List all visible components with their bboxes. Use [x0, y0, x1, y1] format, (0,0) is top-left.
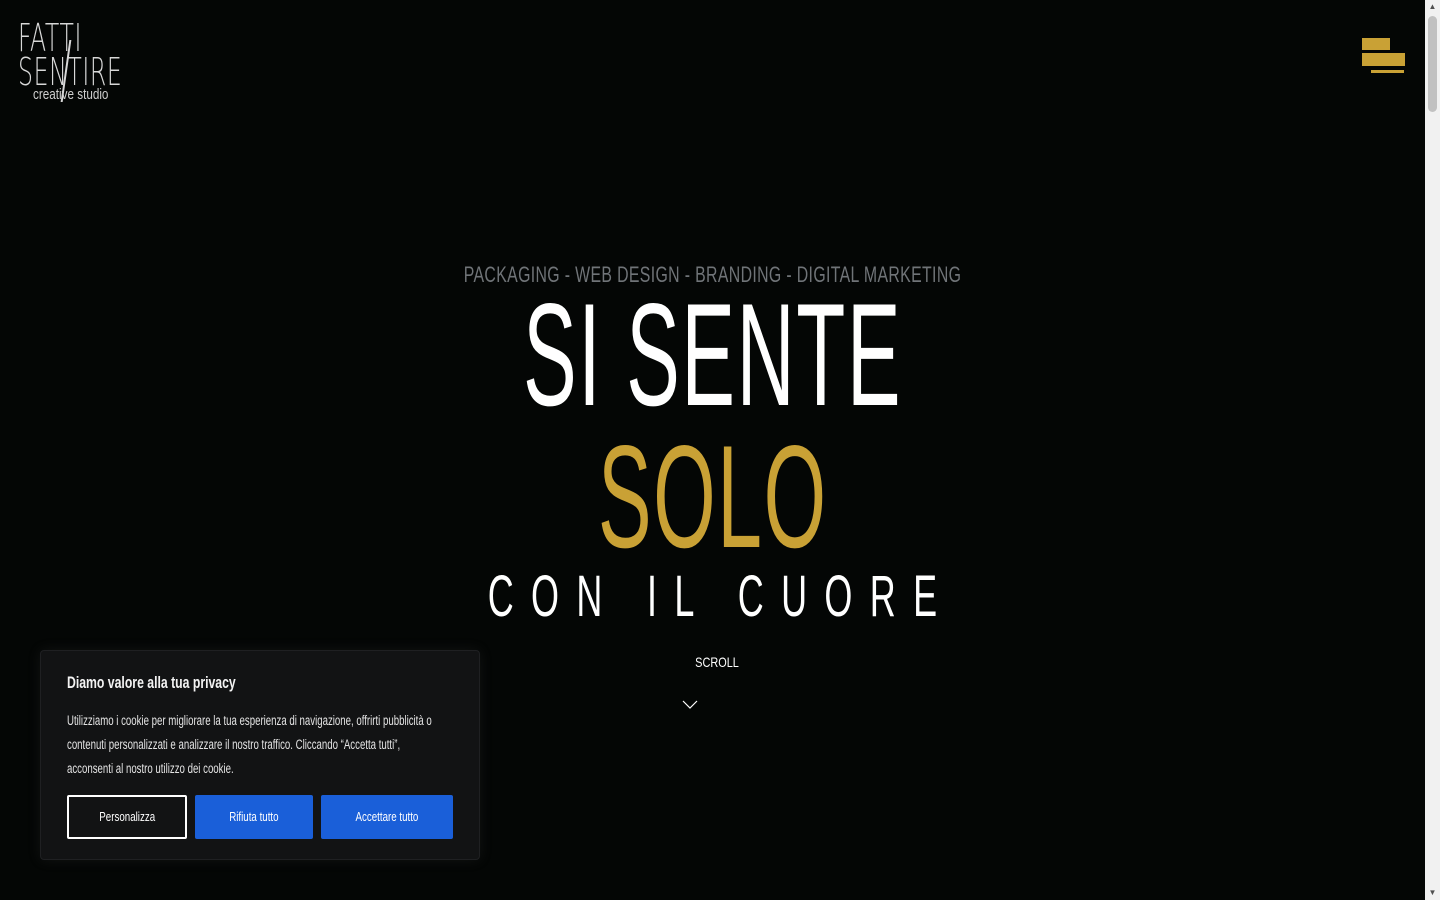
chevron-down-icon[interactable] — [682, 700, 698, 710]
accept-all-button-label: Accettare tutto — [355, 809, 419, 824]
hero-headline-line-2: SOLO — [0, 424, 1425, 570]
reject-all-button-label: Rifiuta tutto — [229, 809, 279, 824]
accept-all-button[interactable]: Accettare tutto — [321, 795, 453, 839]
hamburger-menu-icon[interactable] — [1360, 37, 1406, 75]
headline-text-1: SI SENTE — [522, 273, 903, 436]
menu-bar-middle — [1362, 53, 1405, 66]
cookie-consent-banner: Diamo valore alla tua privacy Utilizziam… — [40, 650, 480, 860]
menu-bar-top — [1362, 38, 1390, 50]
scrollbar-thumb[interactable] — [1428, 16, 1437, 112]
hero-headline-line-3: CON IL CUORE — [0, 566, 1425, 628]
headline-text-2: SOLO — [597, 415, 828, 578]
hero-headline-line-1: SI SENTE — [0, 282, 1425, 428]
customize-button[interactable]: Personalizza — [67, 795, 187, 839]
scroll-label-text: SCROLL — [695, 654, 739, 670]
scroll-down-icon[interactable]: ▼ — [1425, 886, 1440, 900]
headline-text-3: CON IL CUORE — [487, 564, 955, 629]
logo-tagline: creative studio — [33, 86, 109, 103]
menu-bar-bottom — [1371, 70, 1404, 73]
cookie-banner-text: Utilizziamo i cookie per migliorare la t… — [67, 713, 432, 776]
page-scrollbar[interactable]: ▲ ▼ — [1425, 0, 1440, 900]
page-viewport: FATTI SENTIRE creative studio PACKAGING … — [0, 0, 1425, 900]
cookie-banner-title: Diamo valore alla tua privacy — [67, 673, 236, 692]
scroll-up-icon[interactable]: ▲ — [1425, 0, 1440, 14]
reject-all-button[interactable]: Rifiuta tutto — [195, 795, 313, 839]
customize-button-label: Personalizza — [99, 809, 155, 824]
site-logo[interactable]: FATTI SENTIRE creative studio — [18, 16, 122, 104]
